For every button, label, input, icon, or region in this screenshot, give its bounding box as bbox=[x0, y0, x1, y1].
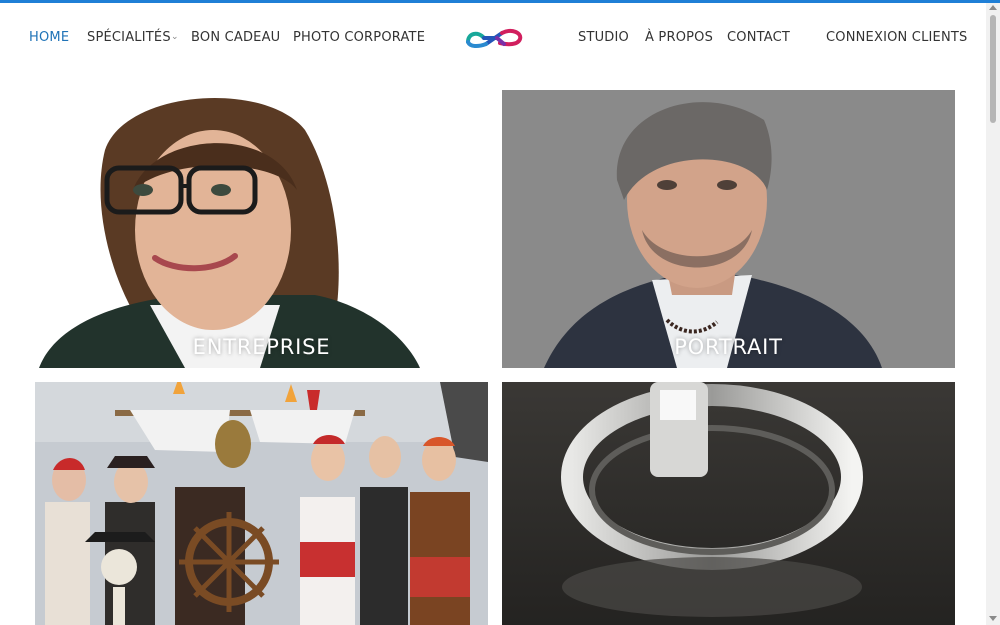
silver-ring-image bbox=[502, 382, 955, 625]
top-accent-bar bbox=[0, 0, 1000, 3]
infinity-logo-icon[interactable] bbox=[464, 25, 526, 51]
chevron-down-icon[interactable]: ⌄ bbox=[171, 32, 179, 42]
scroll-down-arrow-icon[interactable] bbox=[989, 616, 997, 621]
pirate-party-image bbox=[35, 382, 488, 625]
nav-home-link[interactable]: Home bbox=[29, 30, 69, 45]
tile-group-photo[interactable] bbox=[35, 382, 488, 625]
nav-studio-link[interactable]: Studio bbox=[578, 30, 629, 45]
nav-connexion-clients-link[interactable]: Connexion clients bbox=[826, 30, 968, 45]
nav-specialites-link[interactable]: Spécialités bbox=[87, 30, 171, 45]
nav-bon-cadeau-link[interactable]: Bon Cadeau bbox=[191, 30, 280, 45]
man-portrait-image bbox=[502, 90, 955, 368]
tile-entreprise[interactable]: ENTREPRISE bbox=[35, 90, 488, 368]
tile-label: ENTREPRISE bbox=[192, 335, 331, 359]
woman-portrait-image bbox=[35, 90, 488, 368]
tile-ring-photo[interactable] bbox=[502, 382, 955, 625]
scroll-up-arrow-icon[interactable] bbox=[989, 5, 997, 10]
tile-portrait[interactable]: PORTRAIT bbox=[502, 90, 955, 368]
nav-a-propos-link[interactable]: À propos bbox=[645, 30, 713, 45]
vertical-scrollbar[interactable] bbox=[986, 3, 1000, 625]
nav-photo-corporate-link[interactable]: Photo Corporate bbox=[293, 30, 425, 45]
nav-contact-link[interactable]: Contact bbox=[727, 30, 790, 45]
tile-label: PORTRAIT bbox=[674, 335, 783, 359]
scrollbar-thumb[interactable] bbox=[990, 15, 996, 123]
